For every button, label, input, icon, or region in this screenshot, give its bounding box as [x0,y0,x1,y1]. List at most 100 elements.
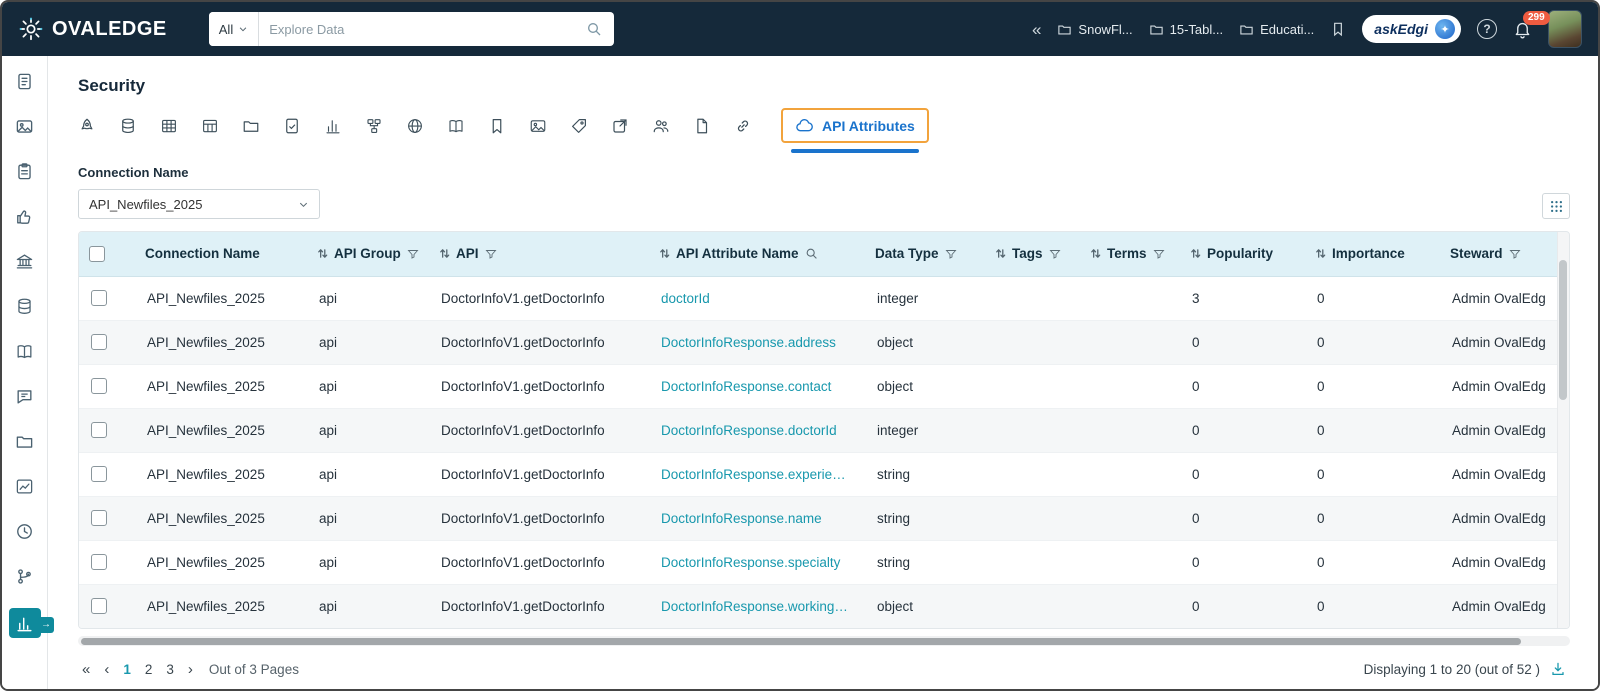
bookmark-ribbon-icon[interactable] [488,117,506,135]
user-avatar[interactable] [1548,10,1582,48]
recent-tab-tables[interactable]: 15-Tabl... [1149,22,1223,37]
cell-api-attribute-link[interactable]: DoctorInfoResponse.experience [649,452,865,497]
vertical-scrollbar-thumb[interactable] [1559,260,1567,400]
table-row[interactable]: API_Newfiles_2025 api DoctorInfoV1.getDo… [79,320,1569,365]
column-header-api-group[interactable]: API Group [307,232,429,277]
clock-icon[interactable] [10,518,40,544]
schema-icon[interactable] [365,117,383,135]
book-icon[interactable] [10,338,40,364]
row-checkbox[interactable] [91,334,107,350]
column-search-icon[interactable] [805,247,818,260]
connection-name-select[interactable]: API_Newfiles_2025 [78,189,320,219]
row-checkbox[interactable] [91,510,107,526]
column-header-steward[interactable]: Steward [1440,232,1569,277]
sort-icon[interactable] [659,247,670,260]
thumbs-up-icon[interactable] [10,203,40,229]
row-checkbox[interactable] [91,290,107,306]
filter-icon[interactable] [1153,248,1165,260]
line-chart-icon[interactable] [10,473,40,499]
cell-api-attribute-link[interactable]: DoctorInfoResponse.specialty [649,540,865,585]
page-button-2[interactable]: 2 [145,662,153,677]
page-button-3[interactable]: 3 [166,662,174,677]
search-scope-dropdown[interactable]: All [208,12,260,46]
bar-chart-icon[interactable] [324,117,342,135]
image-icon[interactable] [10,113,40,139]
filter-icon[interactable] [407,248,419,260]
tag-icon[interactable] [570,117,588,135]
export-icon[interactable] [611,117,629,135]
column-header-api-attribute-name[interactable]: API Attribute Name [649,232,865,277]
sort-icon[interactable] [317,247,328,260]
search-icon[interactable] [574,21,614,37]
download-button[interactable] [1550,661,1566,677]
column-header-api[interactable]: API [429,232,649,277]
table-columns-icon[interactable] [201,117,219,135]
table-row[interactable]: API_Newfiles_2025 api DoctorInfoV1.getDo… [79,364,1569,409]
column-header-popularity[interactable]: Popularity [1180,232,1305,277]
cell-api-attribute-link[interactable]: DoctorInfoResponse.name [649,496,865,541]
database-icon[interactable] [119,117,137,135]
row-checkbox[interactable] [91,422,107,438]
row-checkbox[interactable] [91,554,107,570]
rocket-icon[interactable] [78,117,96,135]
horizontal-scrollbar-thumb[interactable] [81,637,1521,645]
globe-icon[interactable] [406,117,424,135]
search-input[interactable] [259,21,574,37]
users-icon[interactable] [652,117,670,135]
table-icon[interactable] [160,117,178,135]
table-row[interactable]: API_Newfiles_2025 api DoctorInfoV1.getDo… [79,496,1569,541]
sort-icon[interactable] [439,247,450,260]
notifications-button[interactable]: 299 [1513,10,1550,39]
collapse-tabs-icon[interactable]: « [1032,21,1041,38]
vertical-scrollbar[interactable] [1557,232,1569,628]
row-checkbox[interactable] [91,598,107,614]
open-book-icon[interactable] [447,117,465,135]
chat-icon[interactable] [10,383,40,409]
folder-icon[interactable] [10,428,40,454]
page-button-1[interactable]: 1 [123,662,131,677]
sort-icon[interactable] [1090,247,1101,260]
database-icon[interactable] [10,293,40,319]
recent-tab-snowflake[interactable]: SnowFl... [1057,22,1133,37]
table-row[interactable]: API_Newfiles_2025 api DoctorInfoV1.getDo… [79,452,1569,497]
header-select-all[interactable] [79,232,135,277]
cell-api-attribute-link[interactable]: DoctorInfoResponse.doctorId [649,408,865,453]
column-header-data-type[interactable]: Data Type [865,232,985,277]
sidebar-expand-toggle[interactable]: → [38,617,54,633]
askedgi-button[interactable]: askEdgi ✦ [1362,15,1461,43]
link-icon[interactable] [734,117,752,135]
column-header-importance[interactable]: Importance [1305,232,1440,277]
git-branch-icon[interactable] [10,563,40,589]
bank-icon[interactable] [10,248,40,274]
bookmark-icon[interactable] [1330,21,1346,37]
row-checkbox[interactable] [91,466,107,482]
horizontal-scrollbar[interactable] [78,636,1570,646]
column-header-tags[interactable]: Tags [985,232,1080,277]
file-icon[interactable] [693,117,711,135]
sort-icon[interactable] [995,247,1006,260]
table-row[interactable]: API_Newfiles_2025 api DoctorInfoV1.getDo… [79,584,1569,628]
previous-page-button[interactable]: ‹ [104,662,109,677]
image-icon[interactable] [529,117,547,135]
filter-icon[interactable] [1049,248,1061,260]
document-icon[interactable] [10,68,40,94]
table-row[interactable]: API_Newfiles_2025 api DoctorInfoV1.getDo… [79,408,1569,453]
first-page-button[interactable]: « [82,662,90,677]
sort-icon[interactable] [1315,247,1326,260]
row-checkbox[interactable] [91,378,107,394]
column-header-terms[interactable]: Terms [1080,232,1180,277]
column-settings-button[interactable] [1542,193,1570,219]
ovaledge-logo[interactable]: OVALEDGE [18,16,167,42]
file-check-icon[interactable] [283,117,301,135]
filter-icon[interactable] [945,248,957,260]
bar-chart-icon[interactable] [8,608,41,638]
cell-api-attribute-link[interactable]: doctorId [649,276,865,321]
tab-api-attributes[interactable]: API Attributes [781,108,929,153]
table-row[interactable]: API_Newfiles_2025 api DoctorInfoV1.getDo… [79,276,1569,321]
select-all-checkbox[interactable] [89,245,105,262]
next-page-button[interactable]: › [188,662,193,677]
cell-api-attribute-link[interactable]: DoctorInfoResponse.workingH... [649,584,865,628]
help-icon[interactable]: ? [1477,19,1497,39]
cell-api-attribute-link[interactable]: DoctorInfoResponse.contact [649,364,865,409]
filter-icon[interactable] [485,248,497,260]
